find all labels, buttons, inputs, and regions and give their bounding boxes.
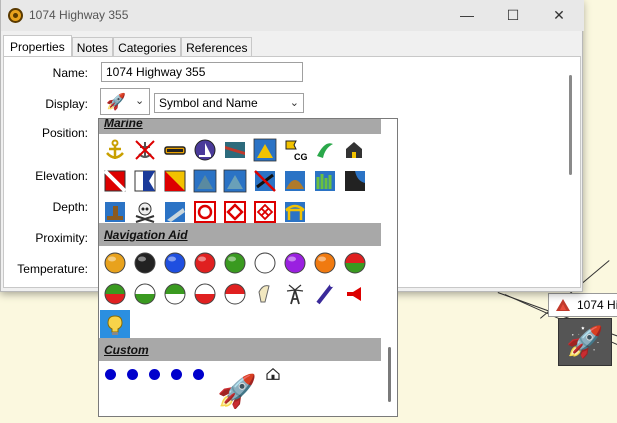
display-mode-value: Symbol and Name — [159, 96, 258, 110]
anchor-icon[interactable] — [103, 138, 127, 162]
dropdown-scrollbar-thumb[interactable] — [388, 347, 391, 402]
black-light-icon[interactable] — [133, 251, 157, 275]
map-waypoint-symbol[interactable]: 🚀 — [558, 318, 612, 366]
cliff-icon[interactable] — [343, 169, 367, 193]
minimize-button[interactable]: — — [447, 4, 487, 26]
dam-icon[interactable] — [193, 169, 217, 193]
seaplane-icon[interactable] — [313, 138, 337, 162]
custom-dot-icon[interactable] — [127, 369, 138, 380]
panel-scrollbar-thumb[interactable] — [569, 75, 572, 175]
custom-dot-icon[interactable] — [149, 369, 160, 380]
name-input[interactable] — [101, 62, 303, 82]
position-label: Position: — [41, 126, 88, 140]
tab-properties[interactable]: Properties — [3, 35, 72, 57]
chevron-down-icon: ⌄ — [289, 97, 299, 109]
violet-light-icon[interactable] — [283, 251, 307, 275]
temperature-label: Temperature: — [17, 262, 88, 276]
custom-dot-icon[interactable] — [193, 369, 204, 380]
dam-2-icon[interactable] — [223, 169, 247, 193]
display-label: Display: — [45, 97, 88, 111]
radio-beacon-icon[interactable] — [283, 282, 307, 306]
red-light-icon[interactable] — [193, 251, 217, 275]
no-fishing-icon[interactable] — [253, 169, 277, 193]
panel-scrollbar[interactable] — [565, 67, 577, 281]
rocket-icon[interactable]: 🚀 — [217, 371, 257, 411]
group-header-navigation-aid: Navigation Aid — [99, 223, 381, 246]
orange-light-icon[interactable] — [313, 251, 337, 275]
pier-icon[interactable] — [103, 200, 127, 224]
symbol-picker-button[interactable]: 🚀 ⌄ — [100, 88, 150, 115]
diver-down-flag-icon[interactable] — [103, 169, 127, 193]
skull-crossbones-icon[interactable] — [133, 200, 157, 224]
daymark-icon[interactable] — [253, 282, 277, 306]
tab-notes[interactable]: Notes — [71, 37, 114, 57]
island-icon[interactable] — [283, 169, 307, 193]
chevron-down-icon: ⌄ — [135, 95, 145, 107]
restricted-area-icon[interactable] — [193, 200, 217, 224]
symbol-dropdown[interactable]: Marine CG Navigation Aid Custom 🚀 — [98, 118, 398, 417]
house-icon[interactable] — [264, 365, 282, 383]
maximize-button[interactable]: ☐ — [493, 4, 533, 26]
tab-strip: Properties Notes Categories References — [3, 35, 253, 57]
dropdown-scrollbar[interactable] — [382, 119, 397, 416]
marina-icon[interactable] — [343, 138, 367, 162]
blue-light-icon[interactable] — [163, 251, 187, 275]
boat-ramp-icon[interactable] — [223, 138, 247, 162]
window-title: 1074 Highway 355 — [29, 8, 129, 22]
light-pole-icon[interactable] — [313, 282, 337, 306]
custom-dot-icon[interactable] — [105, 369, 116, 380]
tab-categories[interactable]: Categories — [113, 37, 182, 57]
app-icon — [8, 8, 23, 23]
green-white-light-icon[interactable] — [163, 282, 187, 306]
red-green-light-icon[interactable] — [343, 251, 367, 275]
group-header-marine: Marine — [99, 119, 381, 134]
light-bulb-icon[interactable] — [100, 310, 130, 340]
shipwreck-icon[interactable] — [163, 200, 187, 224]
buoy-marker-icon[interactable] — [163, 138, 187, 162]
elevation-label: Elevation: — [35, 169, 88, 183]
red-white-light-icon[interactable] — [223, 282, 247, 306]
title-bar[interactable]: 1074 Highway 355 — ☐ ✕ — [1, 0, 584, 31]
alpha-flag-icon[interactable] — [133, 169, 157, 193]
group-header-custom: Custom — [99, 338, 381, 361]
rocket-icon: 🚀 — [106, 94, 126, 111]
depth-label: Depth: — [52, 200, 88, 214]
horn-icon[interactable] — [343, 282, 367, 306]
waypoint-marker-icon — [555, 298, 571, 312]
white-red-light-icon[interactable] — [193, 282, 217, 306]
display-mode-select[interactable]: Symbol and Name ⌄ — [154, 93, 304, 113]
sailboat-icon[interactable] — [193, 138, 217, 162]
bridge-icon[interactable] — [283, 200, 307, 224]
dock-icon[interactable] — [253, 138, 277, 162]
white-light-icon[interactable] — [253, 251, 277, 275]
green-red-light-icon[interactable] — [103, 282, 127, 306]
tab-references[interactable]: References — [181, 37, 253, 57]
danger-area-icon[interactable] — [223, 200, 247, 224]
coast-guard-icon[interactable]: CG — [283, 138, 307, 162]
custom-dot-icon[interactable] — [171, 369, 182, 380]
oscar-flag-icon[interactable] — [163, 169, 187, 193]
white-green-light-icon[interactable] — [133, 282, 157, 306]
rocket-icon: 🚀 — [566, 325, 604, 359]
controlled-area-icon[interactable] — [253, 200, 277, 224]
svg-text:CG: CG — [294, 152, 307, 162]
name-label: Name: — [52, 66, 88, 80]
map-waypoint-label[interactable]: 1074 Highway 355 — [548, 293, 617, 317]
anchor-prohibited-icon[interactable] — [133, 138, 157, 162]
amber-light-icon[interactable] — [103, 251, 127, 275]
close-button[interactable]: ✕ — [539, 4, 579, 26]
map-waypoint-text: 1074 Highway 355 — [577, 298, 617, 312]
green-light-icon[interactable] — [223, 251, 247, 275]
proximity-label: Proximity: — [35, 231, 88, 245]
marsh-icon[interactable] — [313, 169, 337, 193]
